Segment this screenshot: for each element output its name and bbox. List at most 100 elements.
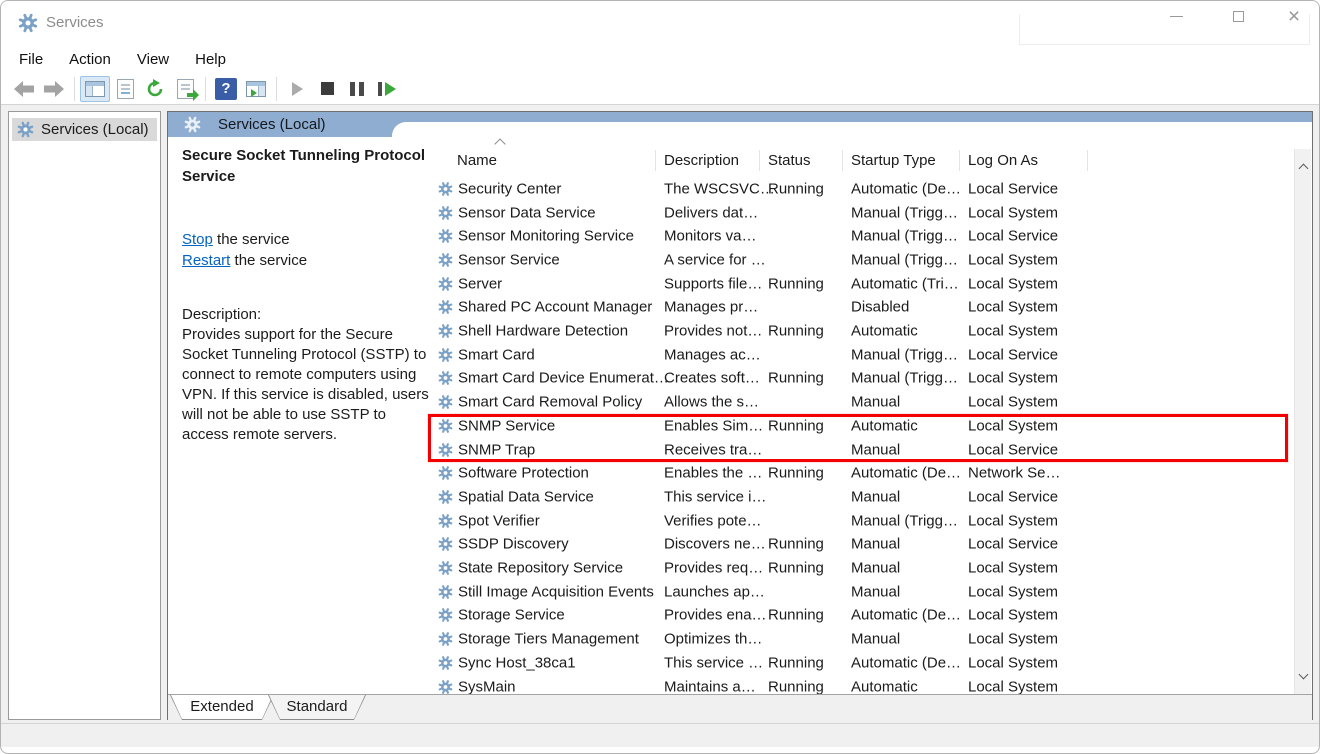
table-row[interactable]: SysMainMaintains a…RunningAutomaticLocal… [433,675,1295,694]
table-row[interactable]: SSDP DiscoveryDiscovers ne…RunningManual… [433,533,1295,557]
cell-startup-type: Manual [851,536,900,553]
description-body: Provides support for the Secure Socket T… [182,325,434,445]
properties-button[interactable] [110,76,140,102]
cell-name: Server [458,275,502,292]
column-header-description[interactable]: Description [664,152,739,169]
scroll-down-icon[interactable] [1299,670,1309,680]
table-row[interactable]: Shell Hardware DetectionProvides not…Run… [433,319,1295,343]
table-row[interactable]: Smart CardManages ac…Manual (Trigg…Local… [433,343,1295,367]
table-row[interactable]: Spot VerifierVerifies pote…Manual (Trigg… [433,509,1295,533]
service-gear-icon [438,679,453,694]
cell-description: Enables Sim… [664,417,763,434]
table-row[interactable]: SNMP ServiceEnables Sim…RunningAutomatic… [433,414,1295,438]
restart-service-button[interactable] [372,76,402,102]
refresh-button[interactable] [140,76,170,102]
column-header-startup-type[interactable]: Startup Type [851,152,936,169]
cell-log-on-as: Local Service [968,180,1058,197]
cell-status: Running [768,536,824,553]
column-header-name[interactable]: Name [457,152,497,169]
cell-description: Discovers ne… [664,536,766,553]
table-row[interactable]: ServerSupports file…RunningAutomatic (Tr… [433,272,1295,296]
action-pane-icon [246,81,266,97]
toolbar-separator [276,77,277,101]
help-button[interactable]: ? [211,76,241,102]
table-row[interactable]: Shared PC Account ManagerManages pr…Disa… [433,296,1295,320]
table-row[interactable]: SNMP TrapReceives tra…ManualLocal Servic… [433,438,1295,462]
close-icon: × [1288,6,1300,27]
pane-header-band: Services (Local) [168,112,1312,137]
cell-log-on-as: Local System [968,299,1058,316]
show-console-tree-button[interactable] [80,76,110,102]
services-gear-icon [18,13,38,33]
cell-name: Smart Card Removal Policy [458,394,642,411]
menu-view[interactable]: View [137,51,169,68]
cell-startup-type: Automatic (De… [851,607,961,624]
cell-description: This service i… [664,488,767,505]
vertical-scrollbar[interactable] [1294,149,1311,694]
header-separator [1087,150,1088,171]
restart-service-link[interactable]: Restart [182,252,230,269]
stop-service-link[interactable]: Stop [182,231,213,248]
table-row[interactable]: Sensor Data ServiceDelivers dat…Manual (… [433,201,1295,225]
start-service-button[interactable] [282,76,312,102]
cell-description: Receives tra… [664,441,762,458]
minimize-icon [1170,16,1183,17]
cell-log-on-as: Local System [968,370,1058,387]
table-row[interactable]: Storage Tiers ManagementOptimizes th…Man… [433,627,1295,651]
forward-button[interactable] [39,76,69,102]
table-row[interactable]: State Repository ServiceProvides req…Run… [433,556,1295,580]
column-header-status[interactable]: Status [768,152,811,169]
restart-icon [378,82,396,96]
service-gear-icon [438,300,453,315]
services-gear-icon [17,121,34,138]
menu-action[interactable]: Action [69,51,111,68]
close-button[interactable]: × [1271,1,1317,31]
stop-service-button[interactable] [312,76,342,102]
table-row[interactable]: Sensor Monitoring ServiceMonitors va…Man… [433,224,1295,248]
cell-startup-type: Manual [851,488,900,505]
show-action-pane-button[interactable] [241,76,271,102]
cell-description: Optimizes th… [664,631,762,648]
export-list-button[interactable] [170,76,200,102]
service-gear-icon [438,561,453,576]
scroll-up-icon[interactable] [1299,164,1309,174]
pane-header-curve [392,122,1312,138]
table-row[interactable]: Storage ServiceProvides ena…RunningAutom… [433,604,1295,628]
service-gear-icon [438,205,453,220]
maximize-button[interactable] [1215,1,1261,31]
pause-service-button[interactable] [342,76,372,102]
cell-startup-type: Automatic (De… [851,180,961,197]
table-row[interactable]: Sync Host_38ca1This service …RunningAuto… [433,651,1295,675]
cell-description: Provides not… [664,323,762,340]
table-row[interactable]: Smart Card Device Enumerat…Creates soft…… [433,367,1295,391]
cell-description: Allows the s… [664,394,759,411]
cell-name: Storage Tiers Management [458,631,639,648]
minimize-button[interactable] [1153,1,1199,31]
table-row[interactable]: Smart Card Removal PolicyAllows the s…Ma… [433,390,1295,414]
cell-name: Smart Card [458,346,535,363]
cell-startup-type: Manual (Trigg… [851,204,958,221]
tab-standard[interactable]: Standard [268,695,366,720]
cell-status: Running [768,180,824,197]
tab-extended[interactable]: Extended [170,695,274,720]
column-header-log-on-as[interactable]: Log On As [968,152,1038,169]
table-row[interactable]: Spatial Data ServiceThis service i…Manua… [433,485,1295,509]
back-button[interactable] [9,76,39,102]
list-header: Name Description Status Startup Type Log… [433,137,1295,175]
start-icon [292,82,303,96]
cell-description: Delivers dat… [664,204,758,221]
cell-log-on-as: Local System [968,323,1058,340]
cell-log-on-as: Local System [968,394,1058,411]
cell-log-on-as: Local System [968,631,1058,648]
table-row[interactable]: Software ProtectionEnables the …RunningA… [433,461,1295,485]
tree-item-services-local[interactable]: Services (Local) [12,118,157,141]
main-pane: Services (Local) Secure Socket Tunneling… [167,111,1313,720]
cell-name: SNMP Trap [458,441,535,458]
menu-help[interactable]: Help [195,51,226,68]
toolbar-separator [74,77,75,101]
cell-startup-type: Automatic (De… [851,654,961,671]
menu-file[interactable]: File [19,51,43,68]
table-row[interactable]: Sensor ServiceA service for …Manual (Tri… [433,248,1295,272]
table-row[interactable]: Security CenterThe WSCSVC…RunningAutomat… [433,177,1295,201]
table-row[interactable]: Still Image Acquisition EventsLaunches a… [433,580,1295,604]
